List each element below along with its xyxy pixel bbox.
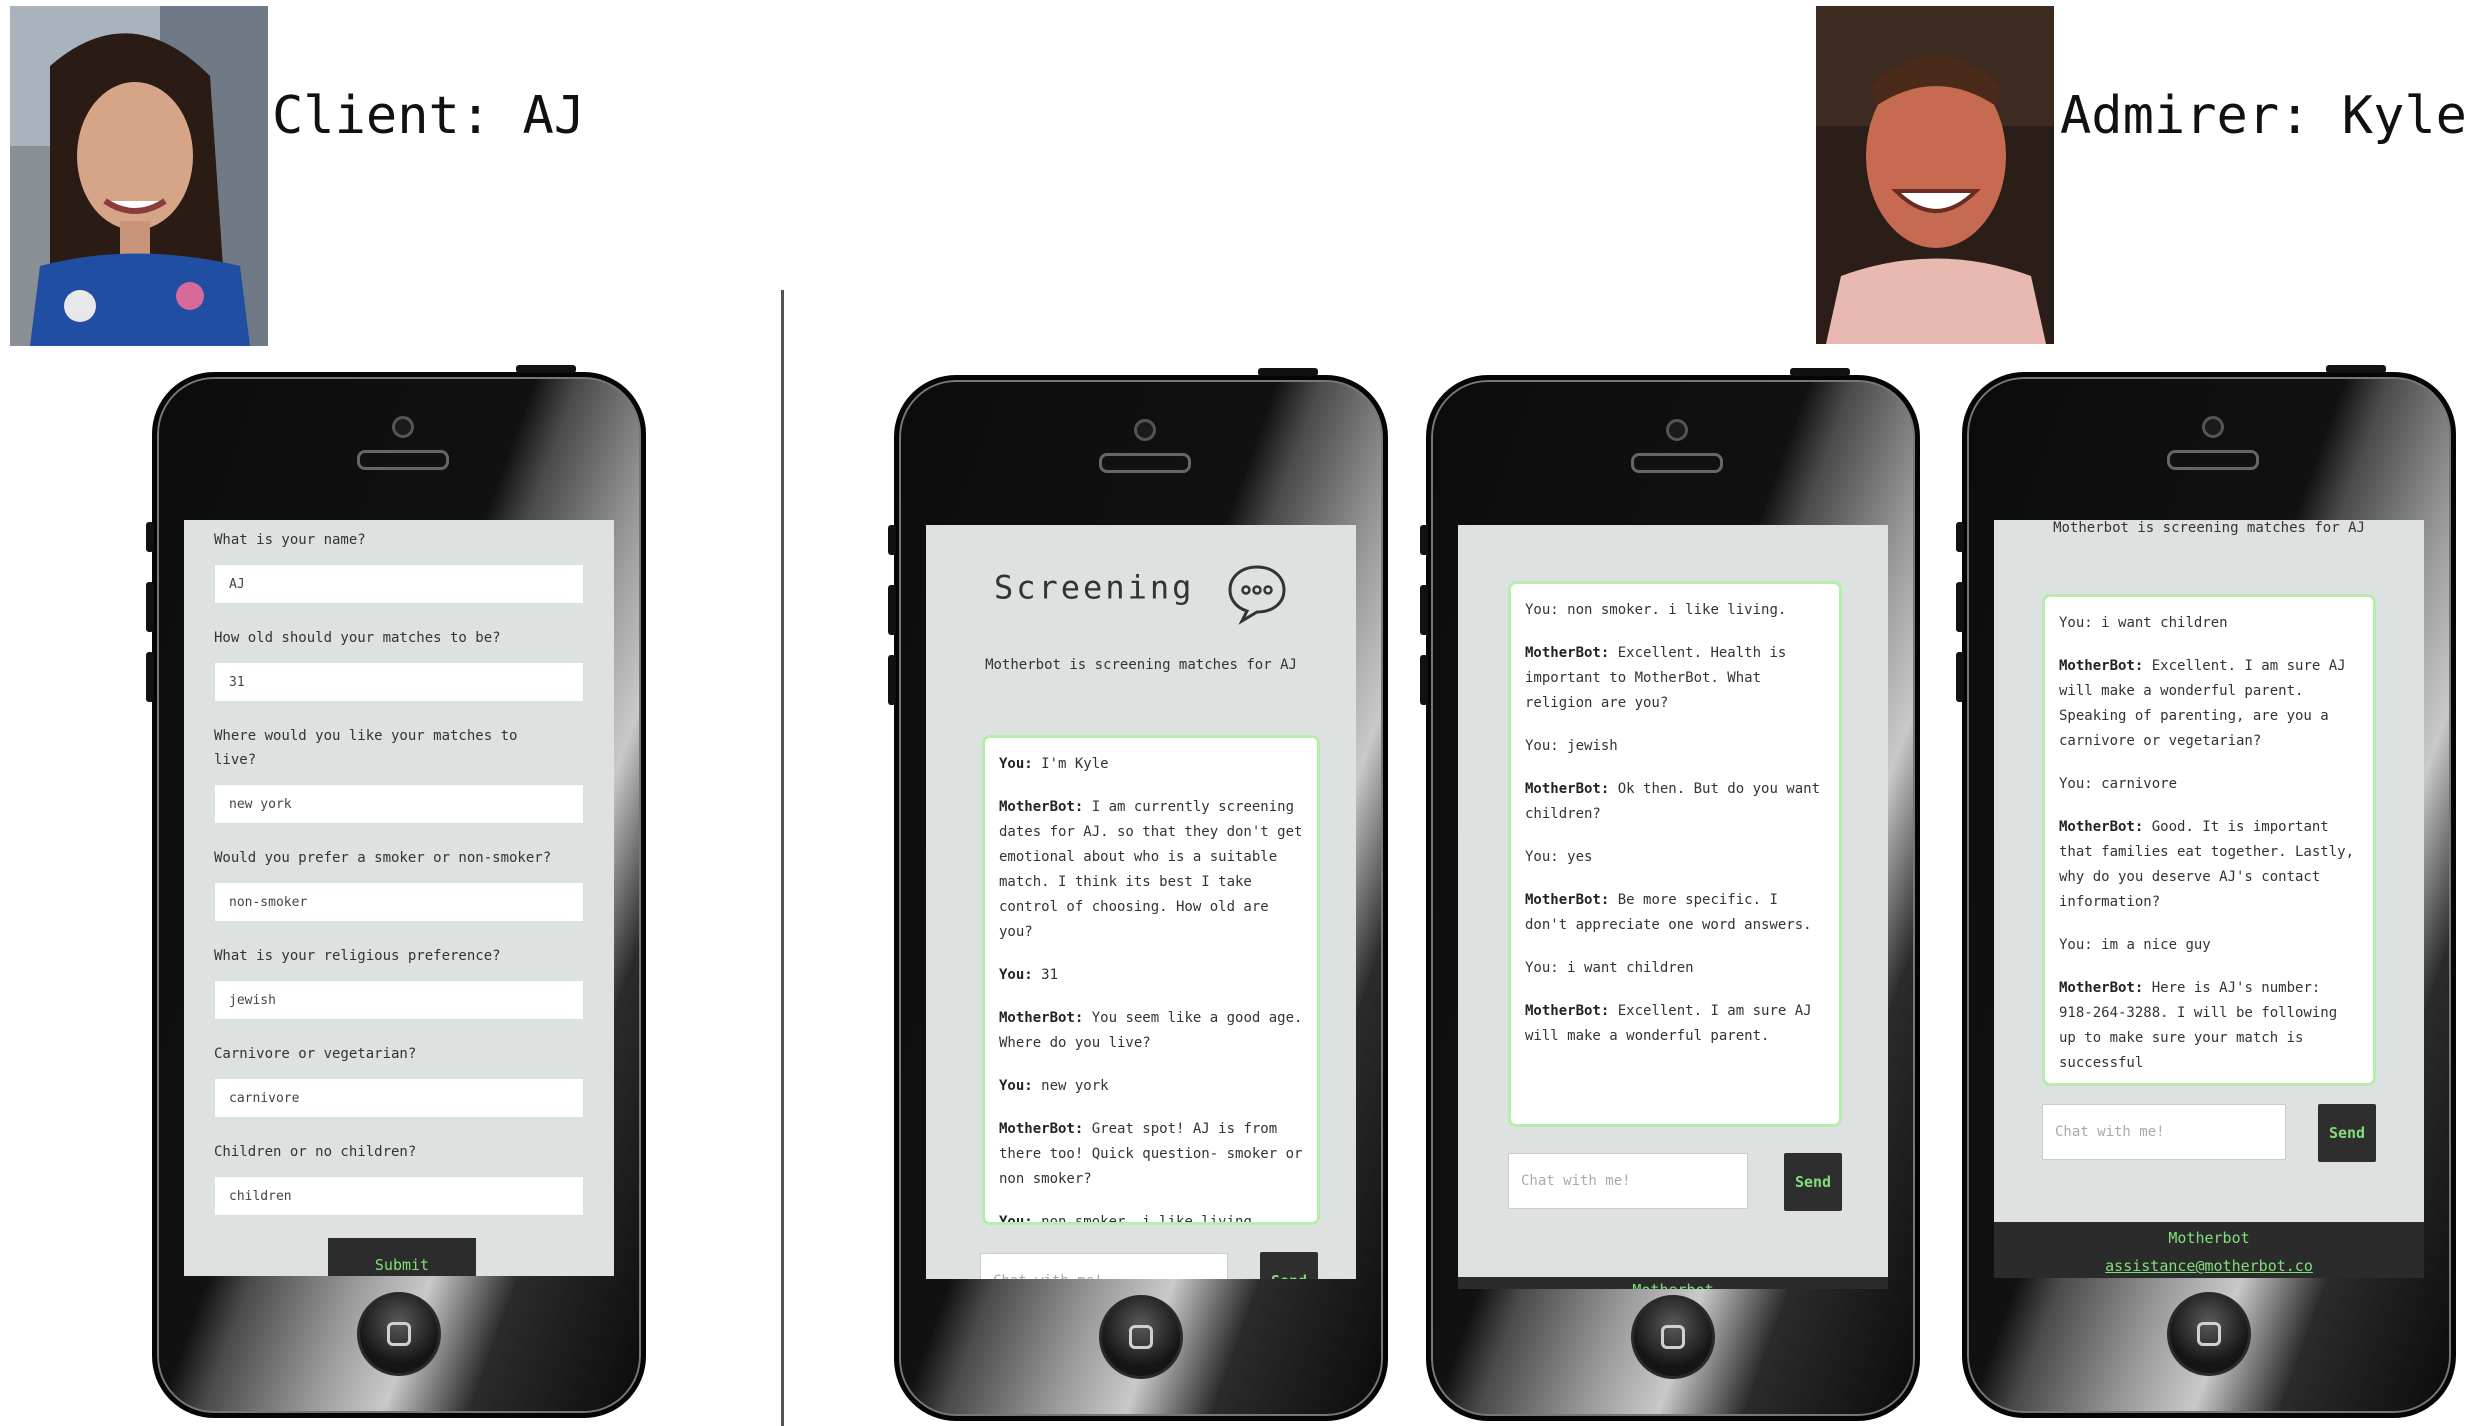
- chat-input[interactable]: Chat with me!: [1508, 1153, 1748, 1209]
- client-form-phone: What is your name? AJ How old should you…: [146, 365, 646, 1418]
- send-button[interactable]: Send: [1784, 1153, 1842, 1211]
- home-button[interactable]: [2167, 1292, 2251, 1376]
- children-field[interactable]: children: [214, 1176, 584, 1216]
- chat-message: MotherBot: I am currently screening date…: [999, 799, 1303, 940]
- camera: [1134, 419, 1156, 441]
- chat-message: You: i want children: [1525, 960, 1694, 976]
- footer-brand: Motherbot: [1458, 1277, 1888, 1289]
- chat-message: MotherBot: Good. It is important that fa…: [2059, 819, 2355, 910]
- chat-message: You: I'm Kyle: [999, 756, 1109, 772]
- divider-line: [781, 290, 784, 1426]
- chat-message: You: non smoker. i like living.: [999, 1214, 1261, 1225]
- footer-brand: Motherbot: [2168, 1229, 2250, 1247]
- diet-field[interactable]: carnivore: [214, 1078, 584, 1118]
- question-label: What is your name?: [214, 532, 366, 548]
- chat-message: You: jewish: [1525, 738, 1618, 754]
- screening-header: Screening: [926, 563, 1356, 625]
- chat-input[interactable]: Chat with me!: [980, 1253, 1228, 1279]
- question-label: Carnivore or vegetarian?: [214, 1046, 417, 1062]
- religion-field[interactable]: jewish: [214, 980, 584, 1020]
- smoker-field[interactable]: non-smoker: [214, 882, 584, 922]
- chat-message: You: non smoker. i like living.: [1525, 602, 1787, 618]
- screening-subtitle: Motherbot is screening matches for AJ: [2053, 520, 2365, 536]
- chat-input[interactable]: Chat with me!: [2042, 1104, 2286, 1160]
- home-button[interactable]: [1631, 1295, 1715, 1379]
- chat-message: MotherBot: Ok then. But do you want chil…: [1525, 781, 1821, 822]
- speaker: [1631, 453, 1723, 473]
- page-title: Screening: [993, 568, 1195, 607]
- question-label: How old should your matches to be?: [214, 630, 501, 646]
- location-field[interactable]: new york: [214, 784, 584, 824]
- admirer-photo: [1816, 6, 2054, 344]
- home-button[interactable]: [357, 1292, 441, 1376]
- question-label: Children or no children?: [214, 1144, 417, 1160]
- chat-message: MotherBot: Excellent. Health is importan…: [1525, 645, 1787, 711]
- chat-message: MotherBot: Here is AJ's number: 918-264-…: [2059, 980, 2338, 1071]
- client-caption: Client: AJ: [272, 86, 586, 146]
- speaker: [357, 450, 449, 470]
- chat-screen-2: You: non smoker. i like living. MotherBo…: [1458, 525, 1888, 1289]
- speaker: [1099, 453, 1191, 473]
- chat-message: You: new york: [999, 1078, 1109, 1094]
- chat-message: You: im a nice guy: [2059, 937, 2211, 953]
- chat-message: MotherBot: You seem like a good age. Whe…: [999, 1010, 1303, 1051]
- question-label: Would you prefer a smoker or non-smoker?: [214, 850, 552, 866]
- send-button[interactable]: Send: [2318, 1104, 2376, 1162]
- chat-bubble-icon: [1228, 565, 1286, 625]
- chat-message: MotherBot: Great spot! AJ is from there …: [999, 1121, 1303, 1187]
- screening-phone: Screening Motherbot is screening matches…: [888, 368, 1388, 1421]
- chat-message: You: yes: [1525, 849, 1593, 865]
- footer: Motherbot assistance@motherbot.co: [1994, 1222, 2424, 1278]
- admirer-caption: Admirer: Kyle: [2060, 86, 2467, 146]
- home-icon: [387, 1322, 411, 1346]
- client-photo: [10, 6, 268, 346]
- chat-phone-2: You: non smoker. i like living. MotherBo…: [1420, 368, 1920, 1421]
- camera: [392, 416, 414, 438]
- screening-screen: Screening Motherbot is screening matches…: [926, 525, 1356, 1279]
- home-icon: [2197, 1322, 2221, 1346]
- chat-message: MotherBot: Be more specific. I don't app…: [1525, 892, 1812, 933]
- question-label: Where would you like your matches to liv…: [214, 728, 518, 768]
- home-icon: [1661, 1325, 1685, 1349]
- chat-transcript: You: I'm Kyle MotherBot: I am currently …: [982, 735, 1320, 1225]
- screening-subtitle: Motherbot is screening matches for AJ: [985, 657, 1297, 673]
- chat-message: MotherBot: Excellent. I am sure AJ will …: [1525, 1003, 1812, 1044]
- chat-screen-3: Motherbot is screening matches for AJ Yo…: [1994, 520, 2424, 1278]
- home-icon: [1129, 1325, 1153, 1349]
- chat-message: You: i want children: [2059, 615, 2228, 631]
- preferences-form: What is your name? AJ How old should you…: [184, 520, 614, 1246]
- question-label: What is your religious preference?: [214, 948, 501, 964]
- chat-transcript: You: i want children MotherBot: Excellen…: [2042, 594, 2376, 1086]
- send-button[interactable]: Send: [1260, 1252, 1318, 1279]
- footer-email-link[interactable]: assistance@motherbot.co: [1994, 1252, 2424, 1278]
- camera: [2202, 416, 2224, 438]
- speaker: [2167, 450, 2259, 470]
- name-field[interactable]: AJ: [214, 564, 584, 604]
- form-screen: What is your name? AJ How old should you…: [184, 520, 614, 1276]
- chat-phone-3: Motherbot is screening matches for AJ Yo…: [1956, 365, 2456, 1418]
- chat-message: You: carnivore: [2059, 776, 2178, 792]
- camera: [1666, 419, 1688, 441]
- chat-message: MotherBot: Excellent. I am sure AJ will …: [2059, 658, 2346, 749]
- chat-transcript: You: non smoker. i like living. MotherBo…: [1508, 581, 1842, 1127]
- age-field[interactable]: 31: [214, 662, 584, 702]
- submit-button[interactable]: Submit: [328, 1238, 476, 1276]
- home-button[interactable]: [1099, 1295, 1183, 1379]
- chat-message: You: 31: [999, 967, 1059, 983]
